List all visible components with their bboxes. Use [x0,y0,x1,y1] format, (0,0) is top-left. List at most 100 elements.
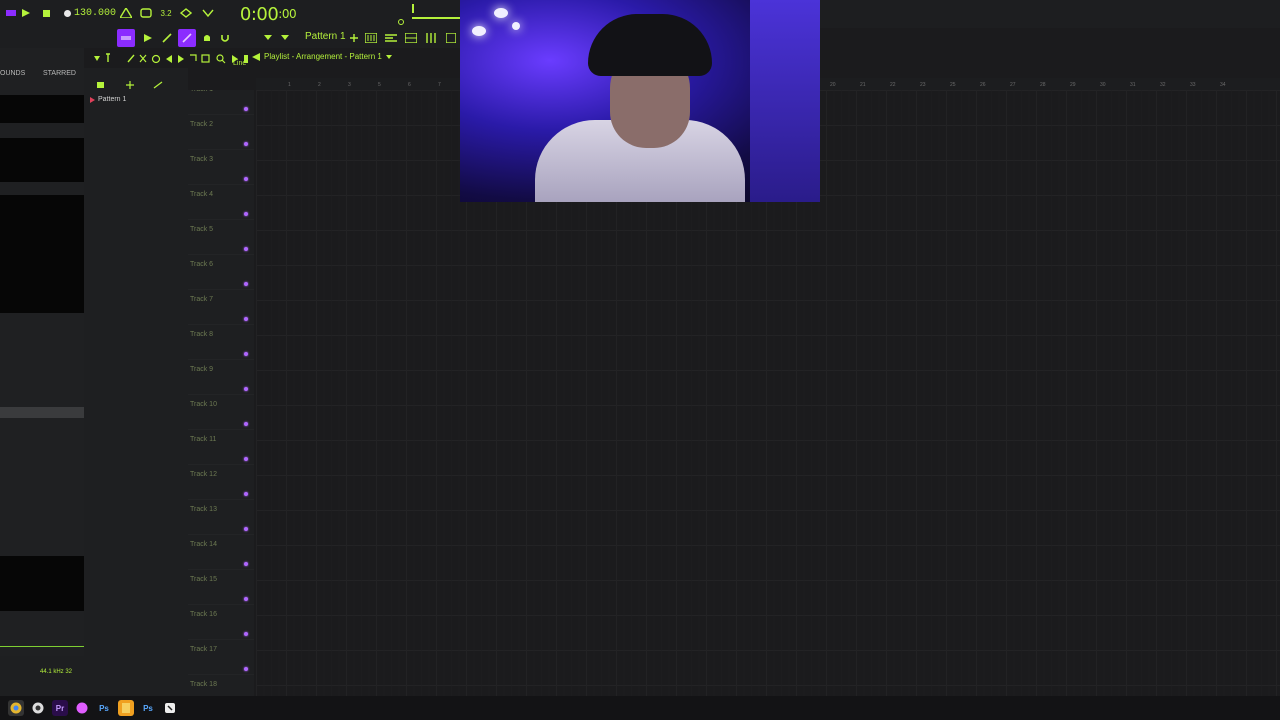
photoshop-2-icon[interactable]: Ps [140,700,156,716]
channel-rack-button[interactable] [117,29,135,47]
track-mute-led[interactable] [244,247,248,251]
pattern-selector[interactable]: Pattern 1 [305,31,346,42]
track-name: Track 9 [190,366,214,373]
peak-meter [412,4,414,13]
wait-input-icon[interactable] [138,5,154,21]
ruler-bar-number: 26 [980,82,986,88]
track-mute-led[interactable] [244,667,248,671]
track-mute-led[interactable] [244,387,248,391]
time-main: 0:00 [239,3,279,25]
track-mute-led[interactable] [244,317,248,321]
browser-block [0,195,84,313]
track-mute-led[interactable] [244,457,248,461]
track-header[interactable]: Track 3 [188,150,254,185]
add-pattern-icon[interactable] [345,29,363,47]
fl-studio-icon[interactable] [118,700,134,716]
track-header[interactable]: Track 12 [188,465,254,500]
track-header[interactable]: Track 17 [188,640,254,675]
track-name: Track 7 [190,296,214,303]
tempo-display[interactable]: 130.000 [74,5,116,21]
track-header[interactable]: Track 16 [188,605,254,640]
ruler-bar-number: 34 [1220,82,1226,88]
snap-dropdown-icon[interactable] [259,29,277,47]
metronome-icon[interactable] [118,5,134,21]
ruler-bar-number: 27 [1010,82,1016,88]
playlist-icon[interactable] [382,29,400,47]
track-header[interactable]: Track 4 [188,185,254,220]
track-header[interactable]: Track 14 [188,535,254,570]
channel-rack-icon[interactable] [402,29,420,47]
discord-icon[interactable] [74,700,90,716]
track-header[interactable]: Track 15 [188,570,254,605]
browser-selected-row[interactable] [0,407,84,418]
piano-roll-button[interactable] [178,29,196,47]
track-header[interactable]: Track 6 [188,255,254,290]
ruler-bar-number: 33 [1190,82,1196,88]
premiere-icon[interactable]: Pr [52,700,68,716]
pattern-dropdown-icon[interactable] [276,29,294,47]
track-header[interactable]: Track 9 [188,360,254,395]
track-mute-led[interactable] [244,142,248,146]
track-mute-led[interactable] [244,177,248,181]
track-header[interactable]: Track 1 [188,90,254,115]
track-header[interactable]: Track 7 [188,290,254,325]
track-mute-led[interactable] [244,352,248,356]
picker-toolbar [96,77,176,95]
webcam-overlay [460,0,820,202]
track-mute-led[interactable] [244,492,248,496]
playlist-title-dropdown-icon[interactable] [385,54,392,59]
time-sub: :00 [278,7,297,21]
track-name: Track 2 [190,121,214,128]
browser-icon[interactable] [442,29,460,47]
browser-block [0,138,84,182]
ruler-bar-number: 22 [890,82,896,88]
track-header[interactable]: Track 2 [188,115,254,150]
obs-icon[interactable] [30,700,46,716]
track-mute-led[interactable] [244,107,248,111]
picker-item-pattern-1[interactable]: Pattern 1 [90,96,126,103]
track-header[interactable]: Track 11 [188,430,254,465]
blend-notes-icon[interactable] [200,5,216,21]
tab-starred[interactable]: STARRED [43,70,76,77]
picker-tool-icons[interactable] [96,80,176,90]
playlist-tool-icons[interactable] [92,52,262,66]
webcam-person-cap [588,14,712,76]
magnet-icon[interactable] [216,29,234,47]
track-header[interactable]: Track 5 [188,220,254,255]
ruler-bar-number: 7 [438,82,441,88]
track-header[interactable]: Track 18 [188,675,254,696]
tab-sounds[interactable]: OUNDS [0,70,25,77]
track-mute-led[interactable] [244,632,248,636]
stop-button[interactable] [40,5,52,21]
chrome-icon[interactable] [8,700,24,716]
bell-icon[interactable] [198,29,216,47]
song-time-display[interactable]: 0:00:00 [238,3,298,25]
brush-icon[interactable] [158,29,176,47]
track-mute-led[interactable] [244,422,248,426]
track-mute-led[interactable] [244,282,248,286]
browser-block [0,95,84,123]
loop-record-icon[interactable] [178,5,194,21]
track-header[interactable]: Track 13 [188,500,254,535]
track-mute-led[interactable] [244,562,248,566]
track-mute-led[interactable] [244,212,248,216]
step-edit-button[interactable]: 3.2 [158,5,174,21]
playlist-tools [92,52,262,66]
track-header[interactable]: Track 8 [188,325,254,360]
ruler-bar-number: 1 [288,82,291,88]
photoshop-icon[interactable]: Ps [96,700,112,716]
track-mute-led[interactable] [244,597,248,601]
arrow-right-icon[interactable] [139,29,157,47]
track-header[interactable]: Track 10 [188,395,254,430]
song-mode-icon[interactable] [4,5,18,21]
plugin-icon[interactable] [422,29,440,47]
track-name: Track 11 [190,436,217,443]
track-mute-led[interactable] [244,527,248,531]
play-button[interactable] [20,5,32,21]
ruler-bar-number: 28 [1040,82,1046,88]
ruler-bar-number: 31 [1130,82,1136,88]
record-button[interactable] [61,5,73,21]
app-icon[interactable] [162,700,178,716]
playlist-arrow-icon[interactable] [252,52,260,61]
mixer-icon[interactable] [362,29,380,47]
